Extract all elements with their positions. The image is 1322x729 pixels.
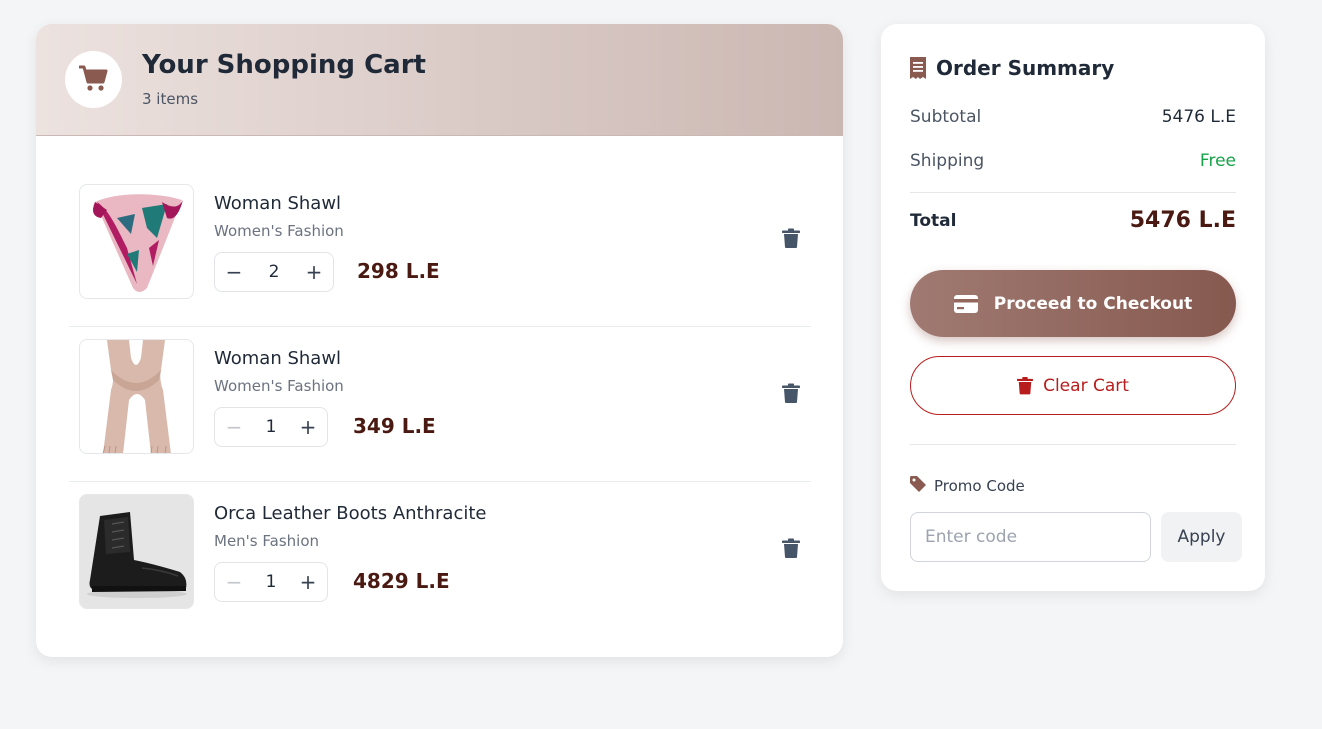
item-price: 298 L.E — [357, 259, 440, 283]
quantity-value: 2 — [268, 262, 280, 282]
quantity-value: 1 — [265, 417, 277, 437]
remove-item-button[interactable] — [780, 228, 802, 252]
order-summary-panel: Order Summary Subtotal 5476 L.E Shipping… — [881, 24, 1265, 591]
cart-header: Your Shopping Cart 3 items — [36, 24, 843, 136]
cart-item-list: Woman Shawl Women's Fashion − 2 + 298 L.… — [69, 172, 811, 637]
trash-icon — [782, 228, 800, 252]
promo-code-input[interactable] — [910, 512, 1151, 562]
cart-item: Woman Shawl Women's Fashion − 2 + 298 L.… — [69, 172, 811, 327]
item-category: Women's Fashion — [214, 222, 344, 240]
total-label: Total — [910, 210, 957, 231]
tag-icon — [910, 476, 926, 496]
subtotal-label: Subtotal — [910, 107, 982, 127]
trash-icon — [782, 538, 800, 562]
clear-cart-label: Clear Cart — [1043, 375, 1129, 396]
item-category: Women's Fashion — [214, 377, 344, 395]
total-value: 5476 L.E — [1129, 208, 1236, 233]
order-summary-title: Order Summary — [936, 56, 1115, 80]
credit-card-icon — [953, 294, 978, 313]
quantity-stepper: − 1 + — [214, 562, 328, 602]
subtotal-value: 5476 L.E — [1161, 107, 1236, 127]
increment-button[interactable]: + — [295, 253, 333, 291]
cart-title: Your Shopping Cart — [142, 50, 426, 80]
cart-panel: Your Shopping Cart 3 items Woman Shawl W… — [36, 24, 843, 657]
checkout-button[interactable]: Proceed to Checkout — [910, 270, 1236, 337]
item-name: Woman Shawl — [214, 348, 342, 369]
increment-button[interactable]: + — [289, 563, 327, 601]
cart-avatar — [65, 51, 122, 108]
trash-icon — [1017, 376, 1034, 395]
remove-item-button[interactable] — [780, 383, 802, 407]
subtotal-row: Subtotal 5476 L.E — [910, 107, 1236, 127]
decrement-button[interactable]: − — [215, 253, 253, 291]
clear-cart-button[interactable]: Clear Cart — [910, 356, 1236, 415]
product-image-scarf-beige[interactable] — [79, 339, 194, 454]
trash-icon — [782, 383, 800, 407]
quantity-value: 1 — [265, 572, 277, 592]
product-image-scarf-pink[interactable] — [79, 184, 194, 299]
checkout-label: Proceed to Checkout — [993, 293, 1193, 314]
item-category: Men's Fashion — [214, 532, 319, 550]
shipping-row: Shipping Free — [910, 151, 1236, 171]
promo-code-label: Promo Code — [934, 477, 1025, 495]
cart-item-count: 3 items — [142, 90, 199, 108]
cart-icon — [78, 64, 109, 96]
cart-item: Orca Leather Boots Anthracite Men's Fash… — [69, 482, 811, 637]
cart-item: Woman Shawl Women's Fashion − 1 + 349 L.… — [69, 327, 811, 482]
shipping-label: Shipping — [910, 151, 985, 171]
quantity-stepper: − 1 + — [214, 407, 328, 447]
item-name: Woman Shawl — [214, 193, 342, 214]
quantity-stepper: − 2 + — [214, 252, 334, 292]
decrement-button[interactable]: − — [215, 408, 253, 446]
item-price: 4829 L.E — [353, 569, 450, 593]
remove-item-button[interactable] — [780, 538, 802, 562]
receipt-icon — [909, 57, 927, 83]
decrement-button[interactable]: − — [215, 563, 253, 601]
total-row: Total 5476 L.E — [910, 208, 1236, 233]
item-name: Orca Leather Boots Anthracite — [214, 503, 487, 524]
promo-code-heading: Promo Code — [910, 476, 1025, 496]
item-price: 349 L.E — [353, 414, 436, 438]
shipping-value: Free — [1199, 151, 1236, 171]
promo-divider — [910, 444, 1236, 445]
increment-button[interactable]: + — [289, 408, 327, 446]
apply-promo-button[interactable]: Apply — [1161, 512, 1242, 562]
product-image-boot[interactable] — [79, 494, 194, 609]
summary-divider — [910, 192, 1236, 193]
